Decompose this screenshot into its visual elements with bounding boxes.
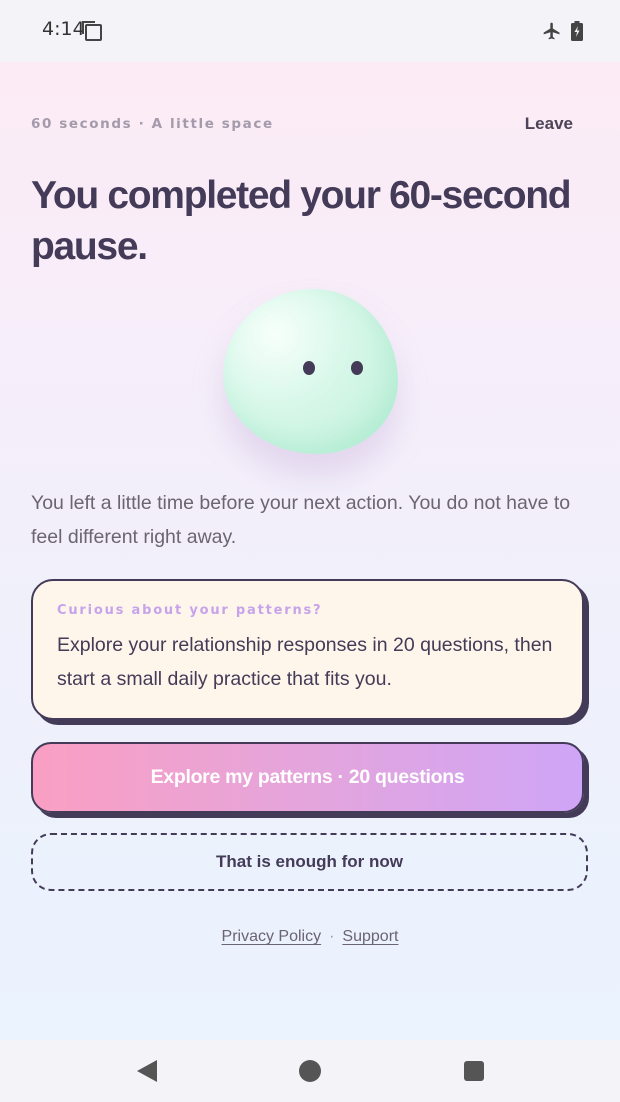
enough-for-now-button[interactable]: That is enough for now bbox=[31, 833, 588, 891]
airplane-mode-icon bbox=[543, 22, 560, 40]
privacy-policy-link[interactable]: Privacy Policy bbox=[222, 928, 322, 945]
mascot bbox=[200, 284, 420, 484]
system-nav-bar bbox=[0, 1040, 620, 1102]
status-time: 4:14 bbox=[42, 18, 85, 40]
support-link[interactable]: Support bbox=[342, 928, 398, 945]
completion-description: You left a little time before your next … bbox=[31, 492, 571, 548]
mascot-left-eye bbox=[303, 361, 315, 375]
explore-patterns-button[interactable]: Explore my patterns · 20 questions bbox=[31, 742, 584, 813]
battery-charging-icon bbox=[571, 21, 583, 41]
card-eyebrow: Curious about your patterns? bbox=[57, 603, 323, 618]
status-bar: 4:14 bbox=[0, 0, 620, 62]
footer-links: Privacy Policy · Support bbox=[0, 928, 620, 946]
session-subtitle: 60 seconds · A little space bbox=[31, 116, 274, 132]
mascot-right-eye bbox=[351, 361, 363, 375]
back-icon[interactable] bbox=[135, 1058, 159, 1084]
notification-icon bbox=[82, 21, 102, 41]
leave-button[interactable]: Leave bbox=[525, 114, 573, 134]
patterns-card: Curious about your patterns? Explore you… bbox=[31, 579, 584, 720]
page-title: You completed your 60-second pause. bbox=[31, 174, 572, 268]
home-icon[interactable] bbox=[299, 1060, 321, 1082]
footer-separator: · bbox=[329, 928, 335, 945]
card-body: Explore your relationship responses in 2… bbox=[57, 634, 553, 690]
blob-mascot-icon bbox=[223, 289, 398, 454]
recents-icon[interactable] bbox=[464, 1061, 484, 1081]
pause-complete-screen: 60 seconds · A little space Leave You co… bbox=[0, 62, 620, 1040]
